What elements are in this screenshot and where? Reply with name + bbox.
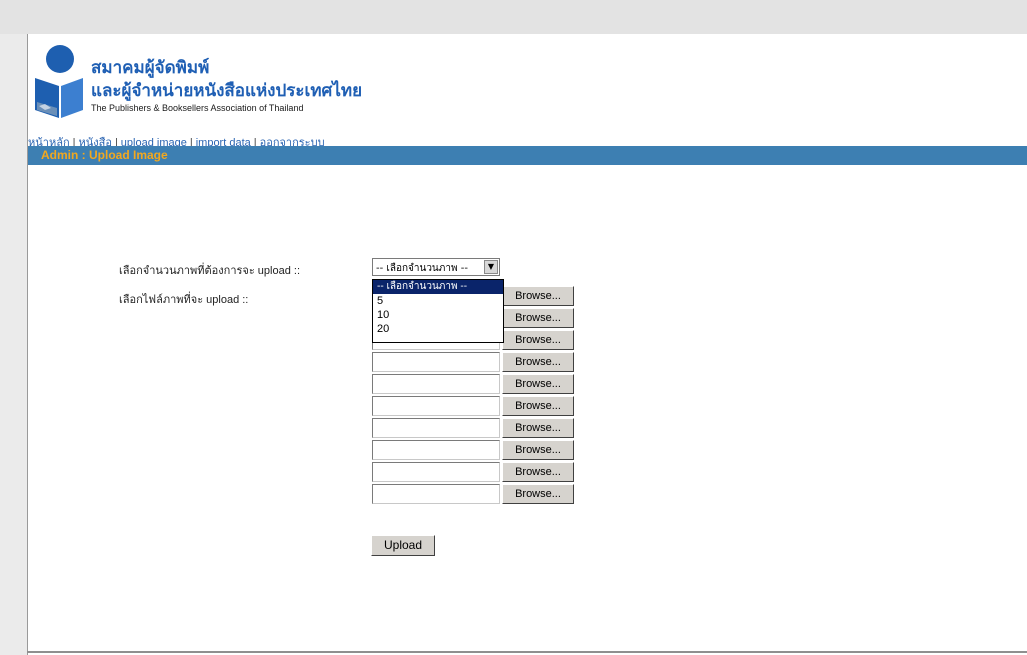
browse-button[interactable]: Browse... (502, 462, 574, 482)
file-row: Browse... (372, 396, 574, 416)
browse-button[interactable]: Browse... (502, 352, 574, 372)
browse-button[interactable]: Browse... (502, 440, 574, 460)
dropdown-option[interactable]: 20 (373, 322, 503, 336)
browse-button[interactable]: Browse... (502, 484, 574, 504)
file-path-input[interactable] (372, 396, 500, 416)
file-path-input[interactable] (372, 484, 500, 504)
dropdown-option[interactable]: 10 (373, 308, 503, 322)
file-path-input[interactable] (372, 440, 500, 460)
upload-button[interactable]: Upload (371, 535, 435, 556)
browse-button[interactable]: Browse... (502, 396, 574, 416)
file-row: Browse... (372, 462, 574, 482)
browse-button[interactable]: Browse... (502, 286, 574, 306)
file-row: Browse... (372, 418, 574, 438)
page-title: Admin : Upload Image (41, 148, 168, 162)
org-name-thai-line2: และผู้จำหน่ายหนังสือแห่งประเทศไทย (91, 81, 363, 101)
browse-button[interactable]: Browse... (502, 330, 574, 350)
org-name-english: The Publishers & Booksellers Association… (91, 103, 304, 113)
book-reader-logo-icon (35, 45, 83, 118)
page-title-bar: Admin : Upload Image (28, 146, 1027, 165)
file-path-input[interactable] (372, 352, 500, 372)
browser-top-strip (0, 0, 1027, 34)
count-label: เลือกจำนวนภาพที่ต้องการจะ upload :: (119, 265, 301, 277)
browse-button[interactable]: Browse... (502, 418, 574, 438)
page-bottom-border (27, 651, 1027, 653)
file-row: Browse... (372, 352, 574, 372)
browse-button[interactable]: Browse... (502, 374, 574, 394)
file-row: Browse... (372, 374, 574, 394)
image-count-select[interactable]: -- เลือกจำนวนภาพ -- ▼ (372, 258, 500, 276)
file-row: Browse... (372, 440, 574, 460)
file-label: เลือกไฟล์ภาพที่จะ upload :: (119, 294, 249, 306)
dropdown-option[interactable]: -- เลือกจำนวนภาพ -- (373, 280, 503, 294)
file-path-input[interactable] (372, 418, 500, 438)
file-row: Browse... (372, 484, 574, 504)
image-count-dropdown-list: -- เลือกจำนวนภาพ -- 5 10 20 (372, 279, 504, 343)
image-count-select-value: -- เลือกจำนวนภาพ -- (376, 263, 468, 274)
chevron-down-icon[interactable]: ▼ (484, 260, 498, 274)
window-left-edge (0, 34, 28, 655)
file-path-input[interactable] (372, 462, 500, 482)
dropdown-option[interactable]: 5 (373, 294, 503, 308)
file-path-input[interactable] (372, 374, 500, 394)
browse-button[interactable]: Browse... (502, 308, 574, 328)
